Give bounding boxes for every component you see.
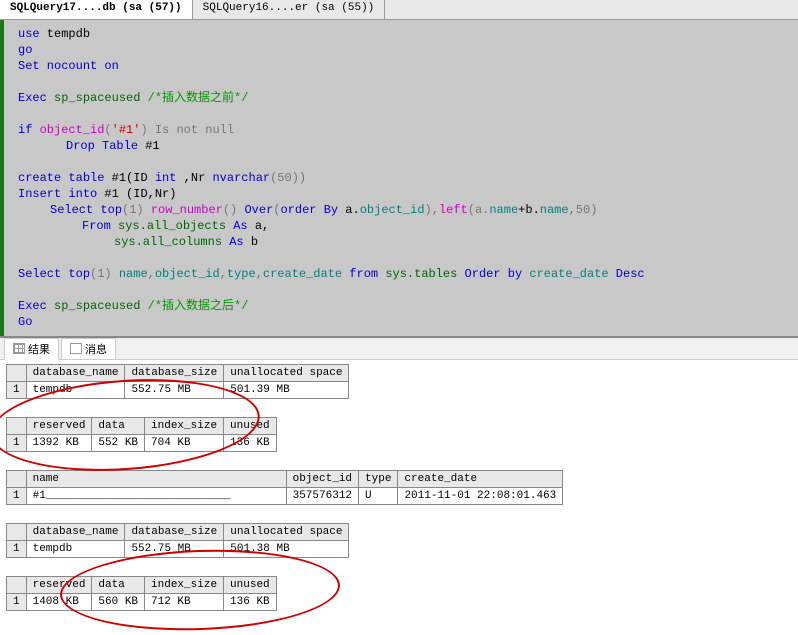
result-grid-4[interactable]: database_namedatabase_sizeunallocated sp… <box>6 523 349 558</box>
tab-messages[interactable]: 消息 <box>61 338 116 360</box>
tab-results[interactable]: 结果 <box>4 338 59 360</box>
result-grid-2[interactable]: reserveddataindex_sizeunused 11392 KB552… <box>6 417 277 452</box>
result-grid-3[interactable]: nameobject_idtypecreate_date 1#1________… <box>6 470 563 505</box>
tab-query-16[interactable]: SQLQuery16....er (sa (55)) <box>193 0 386 19</box>
result-grid-1[interactable]: database_namedatabase_sizeunallocated sp… <box>6 364 349 399</box>
editor-tabs: SQLQuery17....db (sa (57)) SQLQuery16...… <box>0 0 798 20</box>
grid-icon <box>13 343 25 354</box>
message-icon <box>70 343 82 354</box>
result-grid-5[interactable]: reserveddataindex_sizeunused 11408 KB560… <box>6 576 277 611</box>
tab-query-17[interactable]: SQLQuery17....db (sa (57)) <box>0 0 193 19</box>
results-tabs: 结果 消息 <box>0 338 798 360</box>
results-panel: database_namedatabase_sizeunallocated sp… <box>0 360 798 633</box>
sql-editor[interactable]: use tempdb go Set nocount on Exec sp_spa… <box>0 20 798 336</box>
